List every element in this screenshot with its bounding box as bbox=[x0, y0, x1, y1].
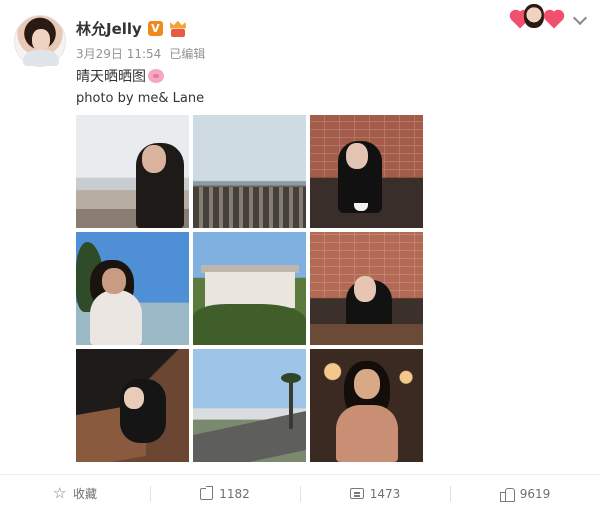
photo-5[interactable] bbox=[193, 232, 306, 345]
photo-top bbox=[336, 405, 398, 462]
favorite-label: 收藏 bbox=[72, 487, 97, 501]
like-button[interactable]: 9619 bbox=[450, 475, 600, 512]
fan-card-icon[interactable] bbox=[508, 2, 563, 30]
post-text-content: 晴天晒晒图 bbox=[76, 69, 146, 85]
action-bar: 收藏 1182 1473 9619 bbox=[0, 474, 600, 512]
like-count: 9619 bbox=[519, 486, 551, 501]
post-edited: 已编辑 bbox=[169, 47, 206, 61]
crown-base bbox=[170, 28, 185, 37]
comment-icon bbox=[349, 488, 364, 499]
photo-9[interactable] bbox=[310, 349, 423, 462]
avatar-face bbox=[32, 29, 50, 51]
repost-icon bbox=[200, 485, 214, 500]
comment-button[interactable]: 1473 bbox=[300, 475, 450, 512]
post-time[interactable]: 3月29日 11:54 bbox=[76, 45, 161, 62]
author-avatar[interactable] bbox=[14, 15, 66, 67]
comment-count: 1473 bbox=[369, 486, 401, 501]
fan-card-face bbox=[524, 4, 544, 28]
author-row: 林允Jelly V bbox=[76, 18, 187, 39]
star-icon bbox=[53, 484, 67, 502]
photo-head bbox=[142, 145, 166, 173]
verified-badge-icon: V bbox=[147, 21, 163, 36]
photo-7[interactable] bbox=[76, 349, 189, 462]
repost-button[interactable]: 1182 bbox=[150, 475, 300, 512]
photo-8[interactable] bbox=[193, 349, 306, 462]
photo-bush bbox=[193, 304, 306, 345]
member-crown-icon[interactable] bbox=[169, 20, 187, 37]
photo-4[interactable] bbox=[76, 232, 189, 345]
photo-house bbox=[205, 272, 295, 308]
heart-icon bbox=[545, 11, 563, 29]
thumbs-up-icon bbox=[499, 487, 515, 502]
photo-1[interactable] bbox=[76, 115, 189, 228]
favorite-button[interactable]: 收藏 bbox=[0, 475, 150, 512]
post-credit: photo by me& Lane bbox=[76, 91, 205, 106]
photo-head bbox=[354, 369, 380, 399]
repost-count: 1182 bbox=[219, 486, 250, 501]
photo-parking-lot bbox=[193, 187, 306, 228]
author-name[interactable]: 林允Jelly bbox=[76, 18, 142, 39]
photo-grid bbox=[76, 115, 423, 462]
photo-palm bbox=[281, 373, 301, 429]
photo-head bbox=[346, 143, 368, 169]
post-text: 晴天晒晒图 bbox=[76, 66, 164, 86]
avatar-shirt bbox=[23, 50, 59, 66]
photo-head bbox=[124, 387, 144, 409]
photo-head bbox=[354, 276, 376, 302]
photo-6[interactable] bbox=[310, 232, 423, 345]
photo-table bbox=[310, 324, 423, 345]
photo-head bbox=[102, 268, 126, 294]
photo-2[interactable] bbox=[193, 115, 306, 228]
photo-3[interactable] bbox=[310, 115, 423, 228]
chevron-down-icon[interactable] bbox=[574, 13, 586, 25]
crown-shape bbox=[169, 20, 186, 29]
top-right-controls bbox=[508, 2, 586, 30]
post-meta: 3月29日 11:54 已编辑 bbox=[76, 45, 205, 62]
pig-emoji-icon bbox=[148, 69, 164, 83]
photo-person bbox=[90, 290, 142, 345]
